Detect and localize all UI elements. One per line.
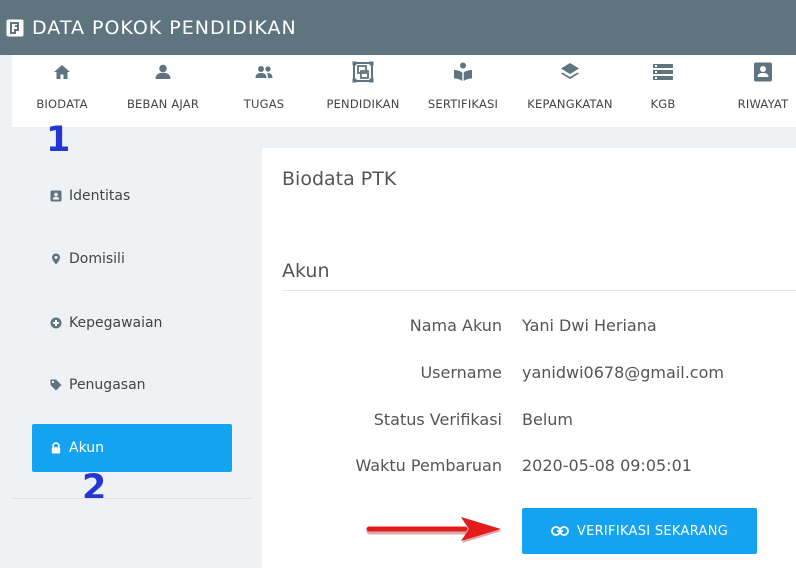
sidebar-item-akun[interactable]: Akun <box>32 424 232 472</box>
app-header: DATA POKOK PENDIDIKAN <box>0 0 796 55</box>
tag-icon <box>50 379 62 391</box>
nav-label: BIODATA <box>36 97 88 111</box>
nav-item-pendidikan[interactable]: PENDIDIKAN <box>318 55 408 127</box>
object-group-icon <box>352 61 374 83</box>
sidebar-item-identitas[interactable]: Identitas <box>32 172 232 220</box>
nav-item-kepangkatan[interactable]: KEPANGKATAN <box>520 55 620 127</box>
user-icon <box>155 64 171 79</box>
book-reader-icon <box>454 62 472 81</box>
field-value-nama-akun: Yani Dwi Heriana <box>522 316 657 335</box>
nav-label: KGB <box>650 97 676 111</box>
section-title: Akun <box>282 260 330 282</box>
link-icon <box>550 526 569 536</box>
sidebar-item-kepegawaian[interactable]: Kepegawaian <box>32 299 232 347</box>
sidebar-item-label: Identitas <box>69 188 131 204</box>
content-panel: Biodata PTK Akun Nama Akun Yani Dwi Heri… <box>262 148 796 568</box>
verify-now-button[interactable]: VERIFIKASI SEKARANG <box>522 508 757 554</box>
field-value-waktu-pembaruan: 2020-05-08 09:05:01 <box>522 456 692 475</box>
nav-label: KEPANGKATAN <box>527 97 613 111</box>
sidebar-divider <box>12 498 252 499</box>
map-marker-icon <box>52 253 60 265</box>
field-label-username: Username <box>420 363 502 382</box>
home-icon <box>54 65 70 79</box>
field-value-status-verifikasi: Belum <box>522 410 573 429</box>
app-title: DATA POKOK PENDIDIKAN <box>32 16 297 39</box>
nav-label: PENDIDIKAN <box>326 97 400 111</box>
section-divider <box>282 290 796 291</box>
field-value-username: yanidwi0678@gmail.com <box>522 363 724 382</box>
sidebar-item-label: Kepegawaian <box>69 315 163 331</box>
sidebar-item-label: Domisili <box>69 251 125 267</box>
users-icon <box>255 66 273 78</box>
verify-now-label: VERIFIKASI SEKARANG <box>576 523 729 539</box>
nav-label: RIWAYAT <box>737 97 789 111</box>
top-nav: BIODATA BEBAN AJAR TUGAS PENDIDIKAN SERT… <box>12 55 796 127</box>
nav-item-riwayat[interactable]: RIWAYAT <box>730 55 796 127</box>
lock-icon <box>51 442 61 454</box>
nav-item-tugas[interactable]: TUGAS <box>232 55 296 127</box>
sidebar-item-label: Penugasan <box>69 377 146 393</box>
nav-label: SERTIFIKASI <box>427 97 499 111</box>
sidebar-item-penugasan[interactable]: Penugasan <box>32 361 232 409</box>
nav-label: BEBAN AJAR <box>126 97 200 111</box>
nav-item-beban-ajar[interactable]: BEBAN AJAR <box>120 55 206 127</box>
app-logo-icon <box>6 19 24 36</box>
annotation-arrow <box>366 517 502 543</box>
sidebar: Identitas Domisili Kepegawaian Penugasan… <box>12 127 252 568</box>
nav-item-kgb[interactable]: KGB <box>638 55 688 127</box>
page-title: Biodata PTK <box>282 168 397 190</box>
field-label-waktu-pembaruan: Waktu Pembaruan <box>355 456 503 475</box>
plus-circle-icon <box>50 317 62 329</box>
field-label-nama-akun: Nama Akun <box>409 316 502 335</box>
nav-label: TUGAS <box>243 97 285 111</box>
layers-icon <box>561 63 579 79</box>
field-label-status-verifikasi: Status Verifikasi <box>373 410 502 429</box>
id-badge-icon <box>754 62 772 82</box>
id-card-icon <box>50 190 62 202</box>
sidebar-item-domisili[interactable]: Domisili <box>32 235 232 283</box>
nav-item-biodata[interactable]: BIODATA <box>26 55 98 127</box>
nav-item-sertifikasi[interactable]: SERTIFIKASI <box>422 55 504 127</box>
list-icon <box>653 64 673 80</box>
sidebar-item-label: Akun <box>69 440 104 456</box>
